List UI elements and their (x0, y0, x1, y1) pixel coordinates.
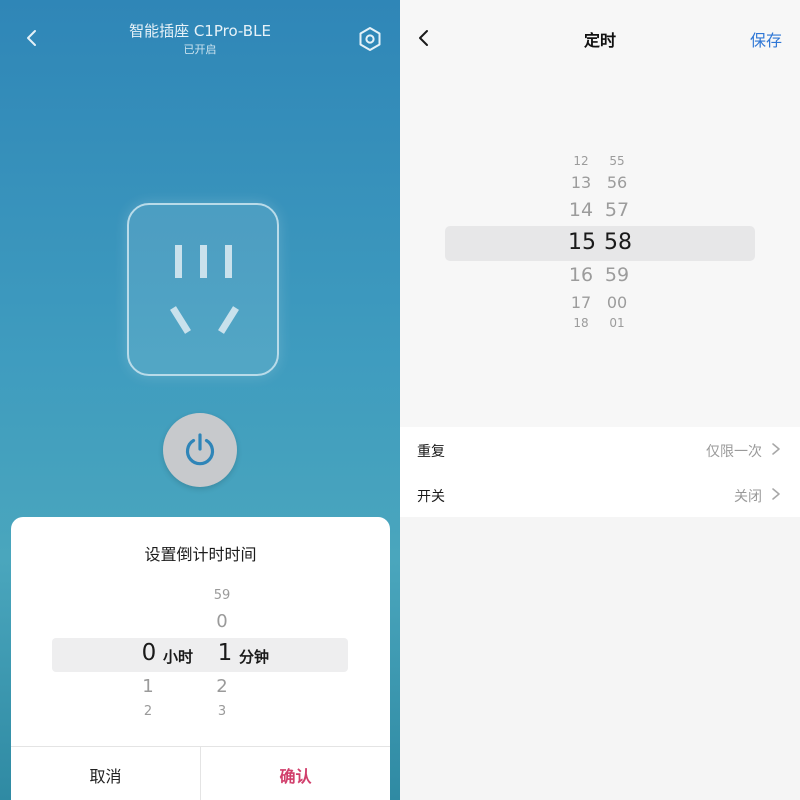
dialog-title: 设置倒计时时间 (144, 545, 257, 564)
repeat-label: 重复 (417, 444, 445, 460)
timer-screen: 定时 保存 12 13 14 15 16 17 18 55 56 57 58 5… (400, 0, 800, 800)
minutes-below-1: 2 (216, 676, 228, 697)
switch-label: 开关 (417, 489, 445, 505)
page-title: 定时 (583, 31, 616, 50)
confirm-button[interactable]: 确认 (201, 763, 390, 787)
device-title: 智能插座 C1Pro-BLE (129, 22, 271, 40)
power-icon (185, 433, 215, 466)
repeat-value: 仅限一次 (706, 444, 762, 460)
hours-unit-label: 小时 (163, 648, 194, 666)
timer-minute-below-2: 00 (606, 293, 628, 312)
timer-minute-selected: 58 (604, 230, 632, 255)
hours-below-1: 1 (142, 676, 154, 697)
picker-selection-band (52, 638, 348, 672)
chevron-right-icon (772, 443, 780, 455)
timer-hour-selected: 15 (568, 230, 596, 255)
timer-hour-above-2: 13 (570, 173, 592, 192)
timer-picker-area: 定时 保存 12 13 14 15 16 17 18 55 56 57 58 5… (400, 0, 800, 427)
timer-minute-above-1: 57 (604, 199, 630, 221)
timer-hour-above-3: 12 (573, 154, 589, 168)
device-screen: 智能插座 C1Pro-BLE 已开启 设置倒计时时间 0 1 2 小时 59 0… (0, 0, 400, 800)
switch-row[interactable]: 开关 关闭 (400, 472, 800, 517)
timer-hour-below-3: 18 (573, 316, 589, 330)
device-status: 已开启 (183, 43, 217, 56)
socket-icon (127, 203, 279, 376)
save-button[interactable]: 保存 (750, 27, 782, 51)
cancel-button[interactable]: 取消 (11, 763, 200, 787)
minutes-below-2: 3 (217, 704, 227, 719)
timer-hour-above-1: 14 (568, 199, 594, 221)
timer-minute-above-3: 55 (609, 154, 625, 168)
timer-minute-below-3: 01 (609, 316, 625, 330)
timer-minute-above-2: 56 (606, 173, 628, 192)
repeat-row[interactable]: 重复 仅限一次 (400, 427, 800, 472)
timer-minute-below-1: 59 (604, 264, 630, 286)
hours-below-2: 2 (143, 704, 153, 719)
countdown-dialog: 设置倒计时时间 0 1 2 小时 59 0 1 2 3 分钟 取消 确认 (11, 517, 390, 800)
timer-hour-below-2: 17 (570, 293, 592, 312)
chevron-right-icon (772, 488, 780, 500)
settings-icon[interactable] (356, 25, 384, 53)
minutes-unit-label: 分钟 (239, 648, 270, 666)
timer-hour-below-1: 16 (568, 264, 594, 286)
power-button[interactable] (163, 413, 237, 487)
minutes-above-1: 0 (216, 611, 228, 632)
minutes-above-2: 59 (213, 588, 231, 603)
timer-settings-list: 重复 仅限一次 开关 关闭 (400, 427, 800, 517)
switch-value: 关闭 (734, 489, 762, 505)
